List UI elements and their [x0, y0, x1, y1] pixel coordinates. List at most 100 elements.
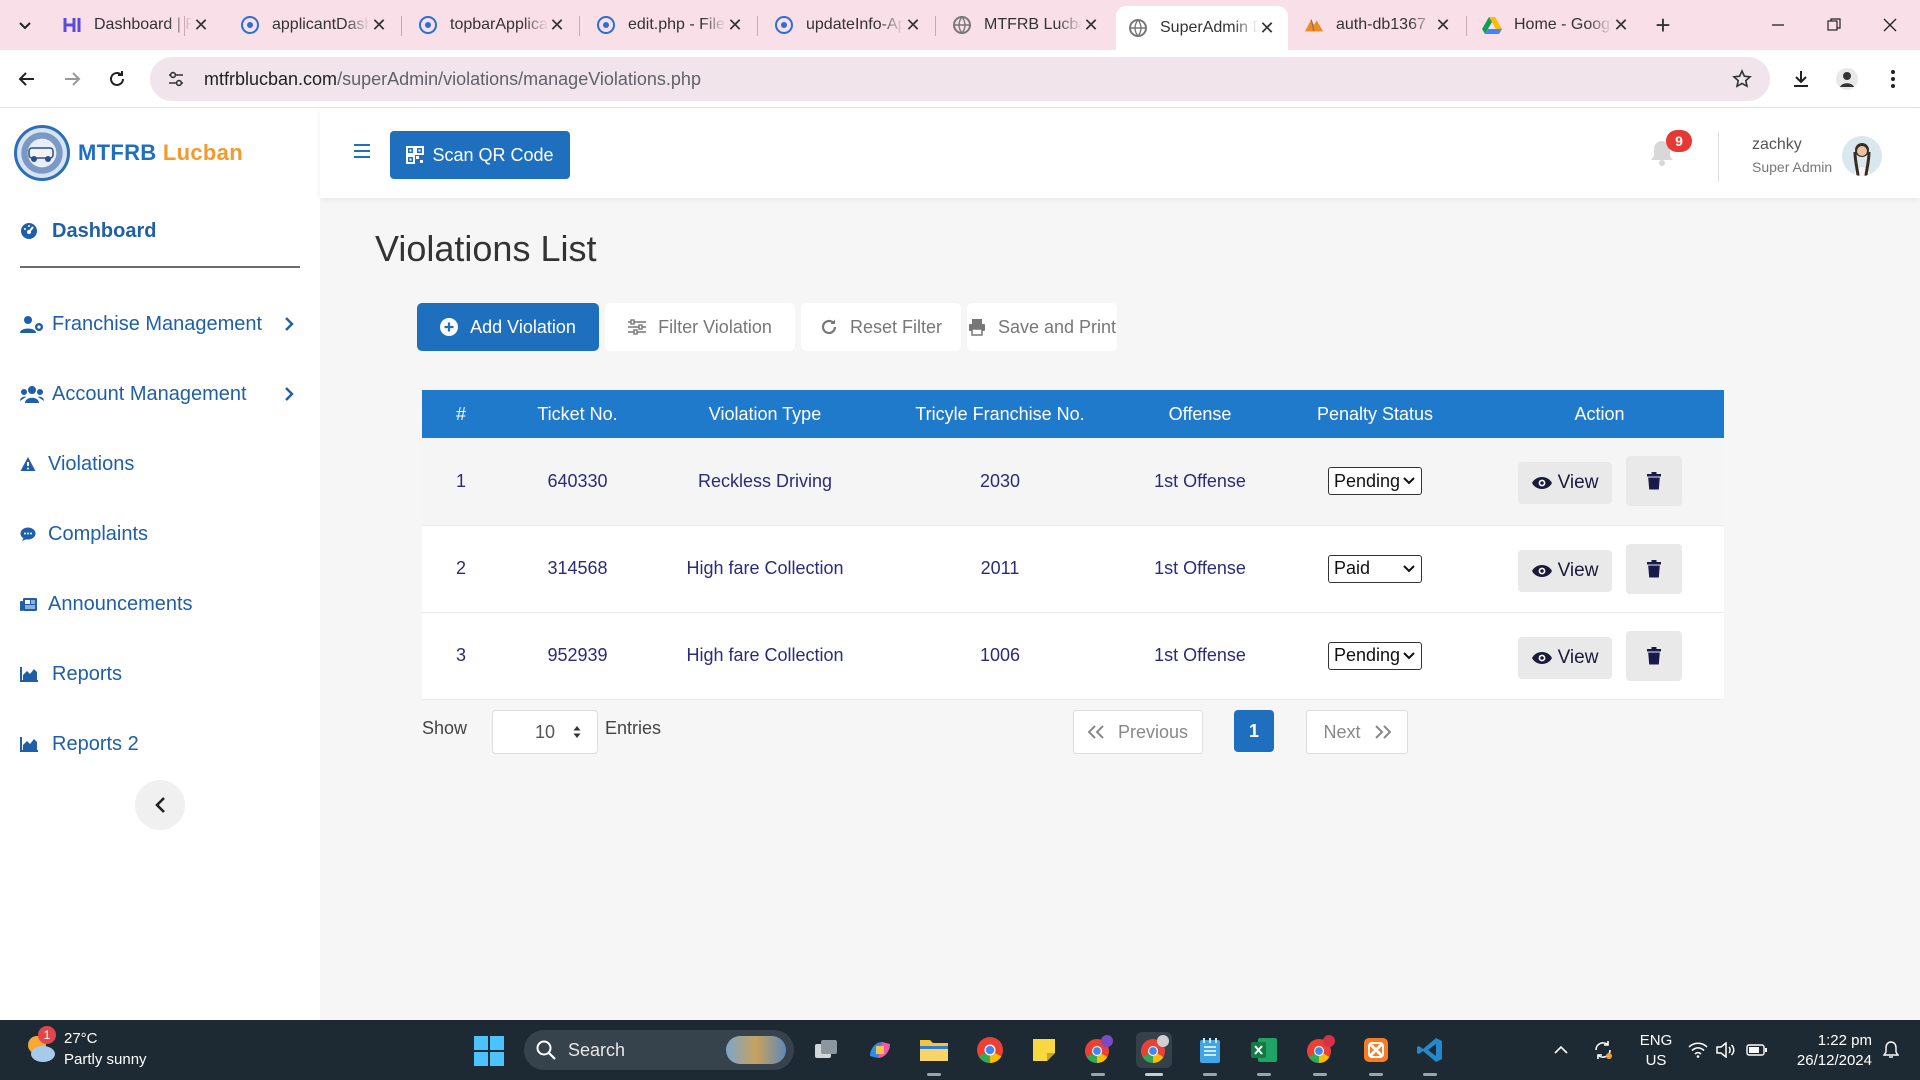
browser-tab[interactable]: applicantDashboard ✕	[228, 8, 400, 42]
column-header-franchise[interactable]: Tricyle Franchise No.	[875, 390, 1125, 438]
browser-tab-label: MTFRB Lucban	[984, 16, 1082, 33]
language-label[interactable]: ENG	[1636, 1032, 1676, 1049]
column-header-ticket[interactable]: Ticket No.	[500, 390, 655, 438]
copilot-icon[interactable]	[862, 1032, 898, 1068]
tab-close-icon[interactable]: ✕	[726, 15, 744, 36]
file-explorer-icon[interactable]	[916, 1032, 952, 1076]
running-indicator	[1313, 1073, 1327, 1076]
previous-page-button[interactable]: Previous	[1073, 710, 1203, 754]
php-file-icon	[418, 15, 438, 35]
sidebar-item-account-management[interactable]: Account Management	[20, 374, 300, 414]
chrome-profile-w-icon[interactable]	[1302, 1032, 1338, 1076]
tab-close-icon[interactable]: ✕	[192, 15, 210, 36]
sidebar-item-franchise-management[interactable]: Franchise Management	[20, 304, 300, 344]
next-page-button[interactable]: Next	[1306, 710, 1408, 754]
browser-tab-active[interactable]: SuperAdmin Dashboard ✕	[1116, 6, 1288, 50]
column-header-violation-type[interactable]: Violation Type	[655, 390, 875, 438]
reset-filter-button[interactable]: Reset Filter	[801, 303, 961, 351]
browser-tab[interactable]: topbarApplicant ✕	[406, 8, 578, 42]
save-and-print-button[interactable]: Save and Print	[967, 303, 1117, 351]
main-content: Scan QR Code 9 zachky Super Admin Violat…	[320, 108, 1920, 1020]
reload-button[interactable]	[100, 62, 134, 96]
site-settings-icon[interactable]	[162, 70, 190, 88]
minimize-button[interactable]	[1750, 0, 1806, 50]
chrome-profile-active-icon[interactable]	[1136, 1032, 1172, 1076]
tab-close-icon[interactable]: ✕	[1434, 15, 1452, 36]
browser-tab[interactable]: Home - Google Drive ✕	[1470, 8, 1642, 42]
browser-menu-button[interactable]	[1876, 62, 1910, 96]
running-indicator	[1257, 1073, 1271, 1076]
region-label[interactable]: US	[1636, 1052, 1676, 1069]
forward-button[interactable]	[55, 62, 89, 96]
column-header-offense[interactable]: Offense	[1125, 390, 1275, 438]
tab-search-button[interactable]	[10, 10, 40, 40]
tab-close-icon[interactable]: ✕	[1612, 15, 1630, 36]
brand[interactable]: MTFRB Lucban	[14, 125, 243, 181]
delete-button[interactable]	[1625, 456, 1682, 507]
chrome-icon[interactable]	[972, 1032, 1008, 1068]
tab-close-icon[interactable]: ✕	[904, 15, 922, 36]
bookmark-star-icon[interactable]	[1732, 69, 1752, 89]
show-hidden-icons-chevron-up-icon[interactable]	[1546, 1020, 1576, 1080]
windows-start-icon[interactable]	[474, 1036, 504, 1066]
search-icon	[536, 1040, 556, 1060]
url-path: /superAdmin/violations/manageViolations.…	[337, 68, 701, 89]
sidebar-item-reports[interactable]: Reports	[20, 654, 300, 694]
notification-center-bell-icon[interactable]	[1876, 1020, 1906, 1080]
vscode-icon[interactable]	[1412, 1032, 1448, 1076]
clock-time[interactable]: 1:22 pm	[1780, 1032, 1872, 1049]
clock-date[interactable]: 26/12/2024	[1780, 1052, 1872, 1069]
browser-tab[interactable]: auth-db1367 ✕	[1292, 8, 1464, 42]
tab-close-icon[interactable]: ✕	[548, 15, 566, 36]
restore-button[interactable]	[1806, 0, 1862, 50]
sticky-notes-icon[interactable]	[1026, 1032, 1062, 1068]
view-button[interactable]: View	[1517, 636, 1612, 679]
browser-tab[interactable]: edit.php - File Manager ✕	[584, 8, 756, 42]
delete-button[interactable]	[1625, 543, 1682, 594]
hamburger-menu-icon[interactable]	[354, 144, 370, 158]
penalty-status-select[interactable]: Pending	[1328, 467, 1422, 496]
penalty-status-select[interactable]: Paid	[1328, 554, 1422, 583]
browser-tab[interactable]: MTFRB Lucban ✕	[940, 8, 1112, 42]
chrome-profile-n-icon[interactable]	[1080, 1032, 1116, 1076]
tab-close-icon[interactable]: ✕	[1082, 15, 1100, 36]
scan-qr-button[interactable]: Scan QR Code	[390, 131, 570, 179]
penalty-status-select[interactable]: Pending	[1328, 641, 1422, 670]
back-button[interactable]	[10, 62, 44, 96]
volume-icon[interactable]	[1712, 1020, 1740, 1080]
view-button[interactable]: View	[1517, 549, 1612, 592]
browser-tab[interactable]: Dashboard | FrankCo ✕	[50, 8, 222, 42]
add-violation-button[interactable]: Add Violation	[417, 303, 599, 351]
avatar[interactable]	[1842, 136, 1882, 176]
downloads-button[interactable]	[1784, 62, 1818, 96]
view-button[interactable]: View	[1517, 462, 1612, 505]
sync-icon[interactable]	[1588, 1020, 1618, 1080]
sidebar-item-dashboard[interactable]: Dashboard	[20, 211, 300, 251]
address-bar[interactable]: mtfrblucban.com/superAdmin/violations/ma…	[150, 57, 1770, 101]
sidebar-item-reports-2[interactable]: Reports 2	[20, 724, 300, 764]
profile-button[interactable]	[1830, 62, 1864, 96]
entries-per-page-select[interactable]: 10	[492, 710, 598, 754]
tab-close-icon[interactable]: ✕	[1258, 18, 1276, 39]
new-tab-button[interactable]: +	[1648, 8, 1678, 42]
sidebar-item-complaints[interactable]: Complaints	[20, 514, 300, 554]
column-header-penalty-status[interactable]: Penalty Status	[1275, 390, 1475, 438]
xampp-icon[interactable]	[1358, 1032, 1394, 1076]
filter-violation-button[interactable]: Filter Violation	[605, 303, 795, 351]
sidebar-collapse-button[interactable]	[135, 780, 185, 830]
page-number-current[interactable]: 1	[1234, 710, 1274, 752]
delete-button[interactable]	[1625, 630, 1682, 681]
battery-icon[interactable]	[1742, 1020, 1772, 1080]
excel-icon[interactable]	[1246, 1032, 1282, 1076]
tab-close-icon[interactable]: ✕	[370, 15, 388, 36]
column-header-number[interactable]: #	[422, 390, 500, 438]
notepad-icon[interactable]	[1192, 1032, 1228, 1076]
wifi-icon[interactable]	[1684, 1020, 1712, 1080]
browser-tab[interactable]: updateInfo-Applicant ✕	[762, 8, 934, 42]
taskbar-search[interactable]: Search	[524, 1030, 794, 1070]
close-window-button[interactable]	[1862, 0, 1918, 50]
sidebar-item-announcements[interactable]: Announcements	[20, 584, 300, 624]
task-view-icon[interactable]	[808, 1032, 844, 1068]
table-row: 2 314568 High fare Collection 2011 1st O…	[422, 525, 1724, 612]
sidebar-item-violations[interactable]: Violations	[20, 444, 300, 484]
